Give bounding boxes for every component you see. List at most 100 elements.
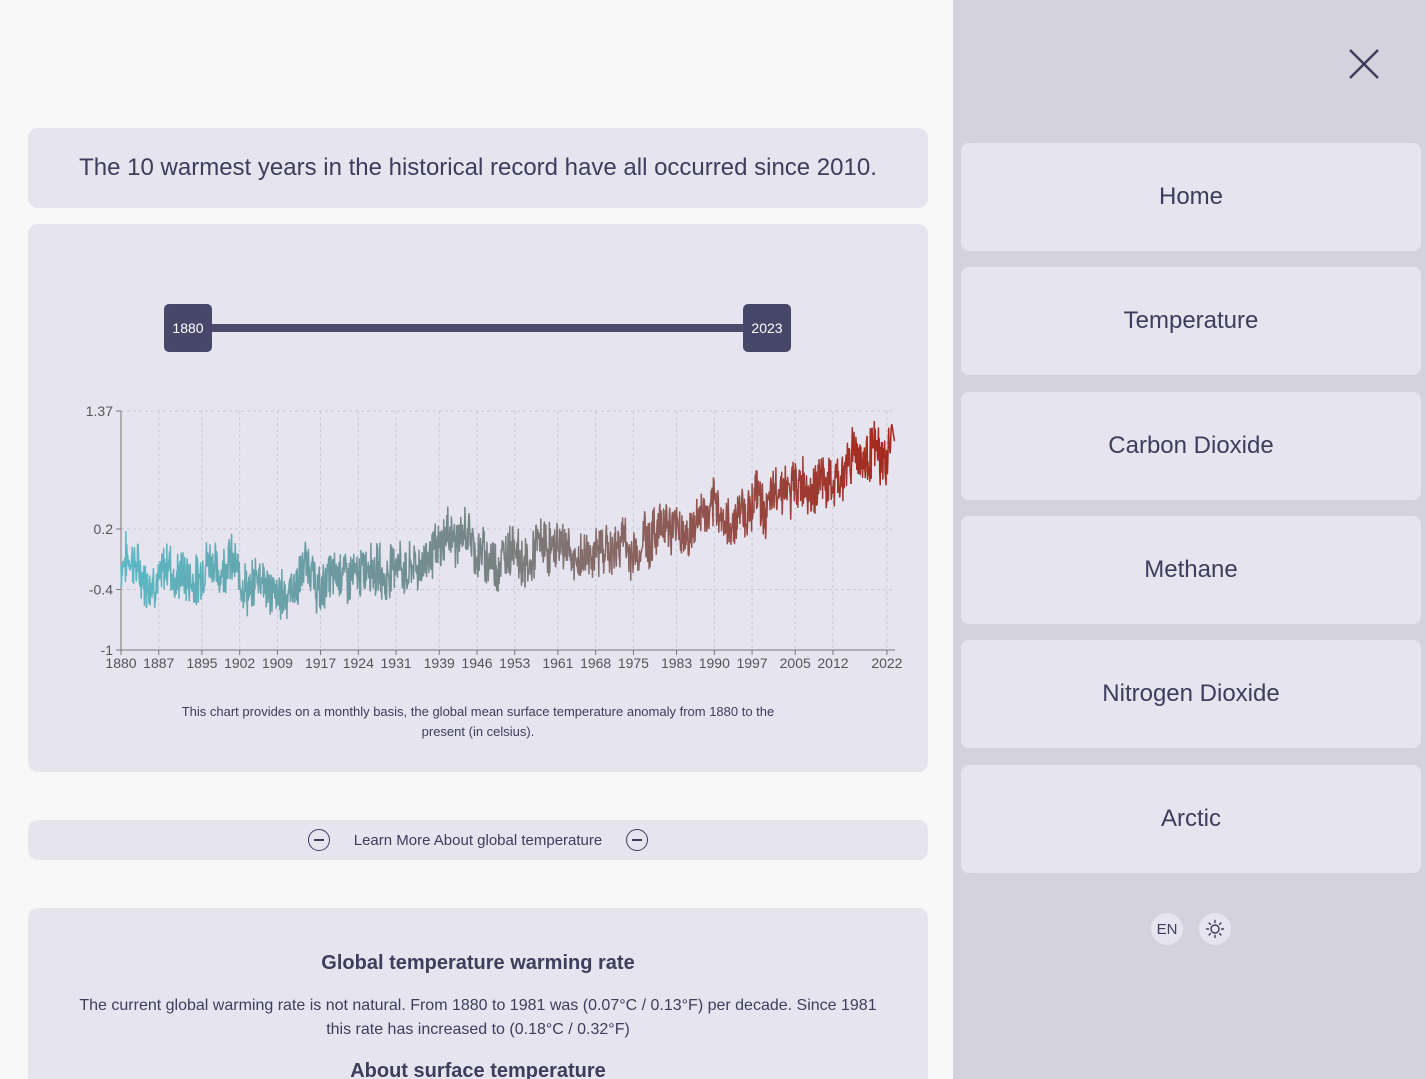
temperature-line-segment	[120, 531, 135, 588]
temperature-line-segment	[420, 531, 435, 582]
main-content: The 10 warmest years in the historical r…	[0, 0, 953, 1079]
x-tick-label: 1924	[343, 655, 374, 671]
temperature-line-segment	[511, 526, 526, 588]
temperature-line-segment	[641, 507, 657, 570]
info-text: The current global warming rate is not n…	[79, 997, 877, 1038]
temperature-line-segment	[732, 488, 748, 545]
temperature-line-segment	[472, 526, 487, 583]
sidebar-item-methane[interactable]: Methane	[961, 516, 1421, 624]
x-tick-label: 2012	[817, 655, 848, 671]
y-tick-label: 1.37	[86, 403, 113, 419]
temperature-line-segment	[615, 517, 631, 573]
learn-more-toggle[interactable]: Learn More About global temperature	[28, 820, 928, 860]
temperature-line-segment	[341, 553, 357, 605]
temperature-line-segment	[693, 493, 709, 542]
temperature-line-segment	[446, 506, 461, 568]
x-tick-label: 1975	[618, 655, 649, 671]
x-tick-label: 1961	[542, 655, 573, 671]
temperature-line-segment	[380, 543, 396, 600]
temperature-line-segment	[589, 527, 605, 579]
temperature-line-segment	[263, 570, 279, 615]
temperature-line-segment	[185, 554, 200, 606]
x-tick-label: 1953	[499, 655, 530, 671]
sidebar-item-temperature[interactable]: Temperature	[961, 267, 1421, 375]
temperature-line-segment	[198, 541, 213, 600]
temperature-line-segment	[211, 542, 227, 594]
info-title: Global temperature warming rate	[321, 952, 635, 974]
info-subtitle: About surface temperature	[350, 1060, 606, 1079]
x-tick-label: 1917	[305, 655, 336, 671]
temperature-line-segment	[407, 540, 422, 591]
headline-text: The 10 warmest years in the historical r…	[79, 154, 877, 181]
x-tick-label: 1990	[699, 655, 730, 671]
temperature-line-segment	[824, 457, 839, 509]
chart-caption: This chart provides on a monthly basis, …	[181, 704, 775, 739]
sun-icon	[1205, 919, 1225, 939]
temperature-line-segment	[771, 465, 787, 515]
temperature-line-segment	[602, 524, 618, 576]
temperature-line-segment	[302, 541, 318, 614]
x-tick-label: 1895	[186, 655, 217, 671]
language-button[interactable]: EN	[1151, 913, 1183, 945]
headline-card: The 10 warmest years in the historical r…	[28, 128, 928, 208]
x-tick-label: 1946	[461, 655, 492, 671]
close-icon	[1349, 49, 1379, 79]
temperature-line-segment	[315, 555, 331, 614]
temperature-line-segment	[654, 503, 670, 556]
sidebar-item-carbon-dioxide[interactable]: Carbon Dioxide	[961, 392, 1421, 500]
temperature-line-segment	[680, 511, 696, 557]
x-tick-label: 1887	[143, 655, 174, 671]
x-tick-label: 1939	[424, 655, 455, 671]
temperature-line-segment	[863, 420, 878, 483]
close-button[interactable]	[1346, 46, 1382, 82]
learn-more-label: Learn More About global temperature	[353, 831, 603, 849]
temperature-line-segment	[785, 461, 800, 520]
temperature-line-segment	[706, 477, 722, 533]
temperature-line-segment	[889, 423, 896, 454]
sidebar-item-arctic[interactable]: Arctic	[961, 765, 1421, 873]
temperature-line-segment	[798, 456, 813, 515]
temperature-line-segment	[719, 498, 735, 546]
sidebar-item-home[interactable]: Home	[961, 143, 1421, 251]
sidebar-menu: Home Temperature Carbon Dioxide Methane …	[953, 0, 1426, 1079]
temperature-line-segment	[433, 514, 448, 567]
minus-circle-icon	[626, 829, 649, 851]
temperature-line-segment	[485, 541, 500, 593]
temperature-line-segment	[276, 568, 292, 621]
temperature-line-segment	[563, 528, 578, 581]
x-tick-label: 1909	[262, 655, 293, 671]
temperature-line-segment	[250, 557, 266, 607]
temperature-line-segment	[524, 524, 539, 588]
temperature-line-segment	[876, 427, 891, 486]
y-tick-label: -0.4	[89, 581, 113, 597]
x-tick-label: 1931	[381, 655, 412, 671]
temperature-line-segment	[133, 543, 148, 609]
temperature-line-segment	[172, 552, 187, 601]
temperature-line-segment	[393, 540, 409, 594]
temperature-line-segment	[237, 561, 252, 617]
y-tick-label: -1	[101, 642, 114, 658]
temperature-line-segment	[498, 525, 513, 584]
y-tick-label: 0.2	[94, 521, 114, 537]
temperature-line-segment	[328, 552, 344, 598]
x-tick-label: 1983	[661, 655, 692, 671]
temperature-line-segment	[667, 506, 683, 556]
temperature-chart: 1880 1887 1895 1902 1909 1917 1924 1931 1939 1946…	[86, 403, 903, 671]
temperature-line-segment	[159, 543, 174, 591]
temperature-line-segment	[537, 518, 552, 577]
temperature-line-segment	[837, 442, 852, 502]
temperature-line-segment	[745, 470, 761, 536]
minus-circle-icon	[307, 829, 330, 851]
temperature-line-segment	[367, 542, 383, 600]
temperature-line-segment	[811, 457, 826, 514]
x-tick-label: 2022	[871, 655, 902, 671]
x-tick-label: 1902	[224, 655, 255, 671]
temperature-line-segment	[459, 506, 474, 557]
x-tick-label: 1997	[736, 655, 767, 671]
sidebar-item-nitrogen-dioxide[interactable]: Nitrogen Dioxide	[961, 640, 1421, 748]
info-card: Global temperature warming rate The curr…	[28, 908, 928, 1079]
temperature-line-segment	[289, 552, 305, 606]
temperature-line-segment	[576, 533, 592, 577]
theme-toggle-button[interactable]	[1199, 913, 1231, 945]
temperature-line-segment	[224, 533, 240, 594]
